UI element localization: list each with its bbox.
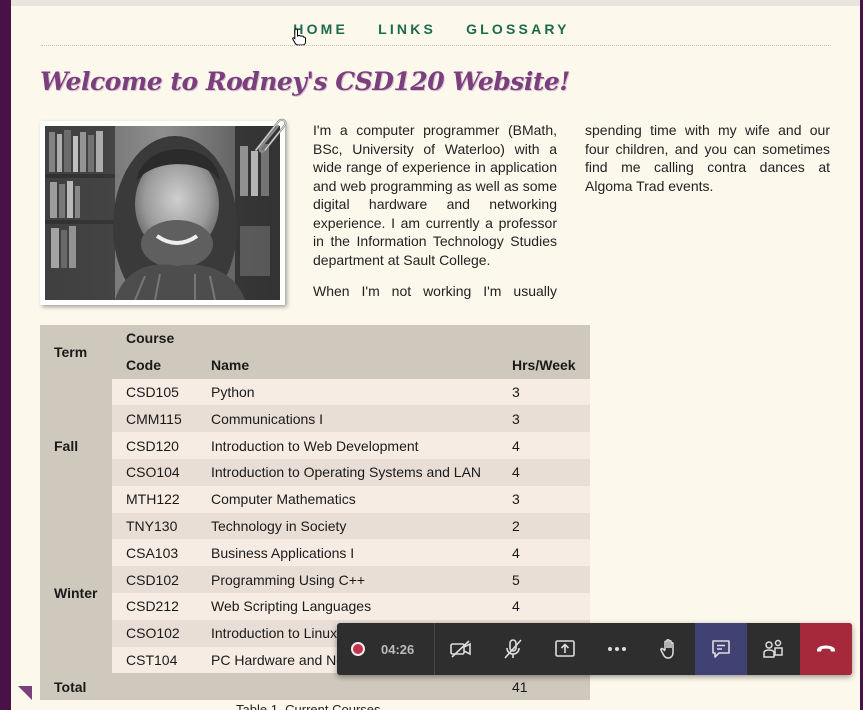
table-row: CSO104 Introduction to Operating Systems … (40, 458, 590, 486)
bio-paragraph-2-end: spending time with my wife and our four … (585, 122, 830, 194)
page-title: Welcome to Rodney's CSD120 Website! (40, 67, 570, 96)
mic-toggle-button[interactable] (487, 623, 539, 675)
course-hours: 4 (498, 592, 590, 620)
top-strip (11, 0, 860, 6)
video-off-icon (450, 640, 471, 658)
bio-column-2: spending time with my wife and our four … (585, 121, 830, 208)
hand-cursor-icon (292, 28, 306, 46)
course-code: CSD102 (112, 566, 197, 593)
fall-section: Fall CSD105 Python 3 CMM115 Communications I3… (40, 378, 590, 513)
left-page-border (0, 0, 11, 710)
course-hours: 5 (498, 566, 590, 593)
meeting-control-bar: 04:26 (337, 623, 852, 675)
course-name: Business Applications I (197, 539, 498, 567)
raise-hand-icon (660, 639, 674, 659)
main-nav: HOME LINKS GLOSSARY (0, 21, 863, 37)
participants-icon (763, 639, 783, 658)
header-code: Code (112, 351, 197, 379)
bio-paragraph-1: I'm a computer programmer (BMath, BSc, U… (313, 122, 557, 268)
header-hrs: Hrs/Week (498, 351, 590, 379)
course-code: CSD120 (112, 432, 197, 459)
table-row: CSD102 Programming Using C++ 5 (40, 566, 590, 593)
nav-divider (41, 45, 831, 46)
course-hours: 4 (498, 432, 590, 459)
more-icon (608, 647, 626, 651)
course-hours: 2 (498, 512, 590, 540)
course-code: CSO104 (112, 458, 197, 486)
table-row: Fall CSD105 Python 3 (40, 378, 590, 513)
course-code: CSA103 (112, 539, 197, 567)
chat-button[interactable] (695, 623, 747, 675)
table-row: CSA103 Business Applications I4 (40, 539, 590, 567)
nav-links-link[interactable]: LINKS (378, 21, 436, 37)
header-term: Term (40, 325, 112, 379)
course-code: CST104 (112, 646, 197, 674)
share-screen-icon (555, 640, 575, 657)
profile-photo (45, 126, 280, 300)
chat-icon (712, 640, 730, 658)
course-name: Web Scripting Languages (197, 592, 498, 620)
table-row: CSD120 Introduction to Web Development 4 (40, 432, 590, 459)
record-icon (351, 642, 365, 656)
mic-off-icon (504, 639, 522, 659)
course-hours: 3 (498, 485, 590, 513)
header-name: Name (197, 351, 498, 379)
header-empty (197, 325, 498, 352)
course-code: CSO102 (112, 619, 197, 647)
total-empty (112, 673, 197, 701)
more-actions-button[interactable] (591, 623, 643, 675)
table-header-row: Code Name Hrs/Week (40, 351, 590, 379)
hang-up-icon (817, 645, 835, 652)
header-empty (498, 325, 590, 352)
table-caption: Table 1. Current Courses (236, 702, 381, 710)
course-code: TNY130 (112, 512, 197, 540)
course-hours: 4 (498, 539, 590, 567)
course-name: Communications I (197, 405, 498, 433)
total-empty (197, 673, 498, 701)
term-fall: Fall (40, 378, 112, 513)
corner-triangle-icon (18, 686, 32, 700)
course-code: MTH122 (112, 485, 197, 513)
course-hours: 3 (498, 378, 590, 406)
total-row: Total 41 (40, 673, 590, 701)
term-winter: Winter (40, 512, 112, 674)
header-course: Course (112, 325, 197, 352)
course-name: Introduction to Operating Systems and LA… (197, 458, 498, 486)
course-name: Python (197, 378, 498, 406)
table-row: MTH122 Computer Mathematics 3 (40, 485, 590, 513)
table-header-row-top: Term Course (40, 325, 590, 379)
table-row: CMM115 Communications I3 (40, 405, 590, 433)
table-row: Winter TNY130 Technology in Society 2 (40, 512, 590, 674)
nav-glossary-link[interactable]: GLOSSARY (466, 21, 570, 37)
total-label: Total (40, 673, 112, 701)
bio-column-1: I'm a computer programmer (BMath, BSc, U… (313, 121, 557, 314)
total-value: 41 (498, 673, 590, 701)
recording-indicator: 04:26 (337, 623, 435, 675)
hang-up-button[interactable] (800, 623, 852, 675)
share-screen-button[interactable] (539, 623, 591, 675)
participants-button[interactable] (747, 623, 799, 675)
course-name: Introduction to Web Development (197, 432, 498, 459)
course-name: Technology in Society (197, 512, 498, 540)
course-code: CSD105 (112, 378, 197, 406)
course-hours: 3 (498, 405, 590, 433)
camera-toggle-button[interactable] (435, 623, 487, 675)
paperclip-icon (254, 118, 287, 153)
course-name: Computer Mathematics (197, 485, 498, 513)
call-timer: 04:26 (381, 641, 415, 657)
bio-paragraph-2-start: When I'm not working I'm usually (313, 283, 557, 299)
course-code: CMM115 (112, 405, 197, 433)
raise-hand-button[interactable] (643, 623, 695, 675)
course-code: CSD212 (112, 592, 197, 620)
course-name: Programming Using C++ (197, 566, 498, 593)
course-hours: 4 (498, 458, 590, 486)
table-row: CSD212 Web Scripting Languages 4 (40, 592, 590, 620)
